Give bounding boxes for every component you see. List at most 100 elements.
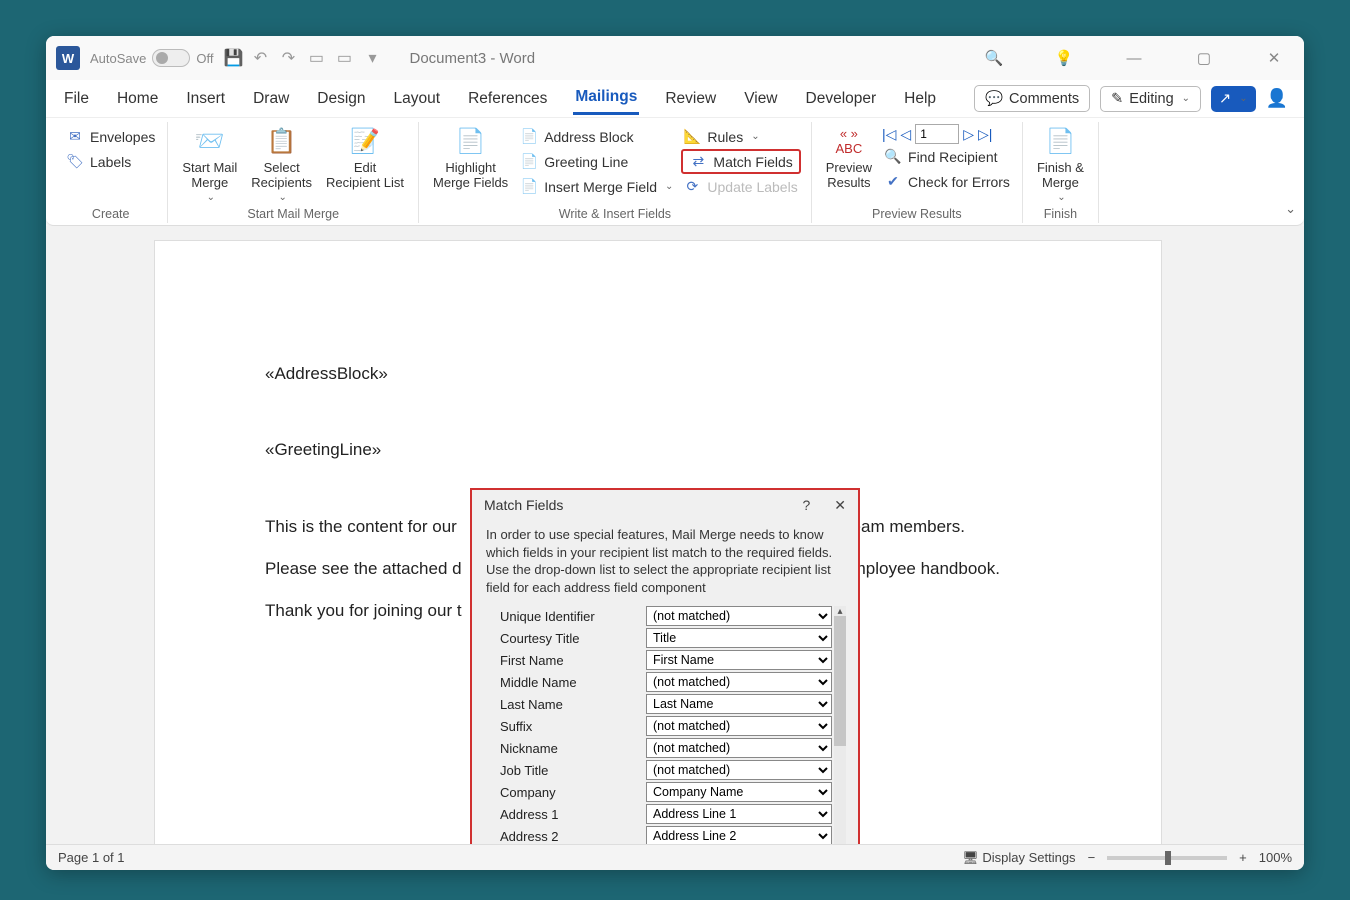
- first-record-button[interactable]: |◁: [882, 126, 896, 143]
- preview-results-button[interactable]: « »ABCPreview Results: [822, 124, 876, 190]
- field-select[interactable]: Company Name: [646, 782, 832, 802]
- close-icon[interactable]: ✕: [834, 497, 846, 514]
- account-icon[interactable]: 👤: [1266, 88, 1288, 109]
- help-button[interactable]: ?: [802, 497, 810, 514]
- field-label: Nickname: [486, 741, 646, 756]
- autosave-state: Off: [196, 51, 213, 66]
- scrollbar[interactable]: ▴ ▾: [834, 606, 846, 844]
- field-row: Suffix(not matched): [486, 716, 832, 736]
- scroll-thumb[interactable]: [834, 616, 846, 746]
- tab-developer[interactable]: Developer: [804, 84, 879, 114]
- envelopes-button[interactable]: ✉Envelopes: [64, 124, 157, 149]
- field-select[interactable]: (not matched): [646, 738, 832, 758]
- comments-button[interactable]: 💬 Comments: [974, 85, 1090, 112]
- collapse-ribbon-button[interactable]: ⌄: [1285, 201, 1296, 217]
- tab-layout[interactable]: Layout: [392, 84, 443, 114]
- zoom-level[interactable]: 100%: [1259, 850, 1292, 865]
- qat-icon[interactable]: ▭: [335, 48, 353, 68]
- start-mail-merge-button[interactable]: 📨Start Mail Merge⌄: [178, 124, 241, 203]
- redo-icon[interactable]: ↷: [279, 48, 297, 68]
- next-record-button[interactable]: ▷: [963, 126, 974, 143]
- maximize-button[interactable]: ▢: [1184, 49, 1224, 67]
- zoom-out-button[interactable]: −: [1088, 850, 1096, 865]
- field-label: Address 1: [486, 807, 646, 822]
- tab-insert[interactable]: Insert: [184, 84, 227, 114]
- field-row: Last NameLast Name: [486, 694, 832, 714]
- minimize-button[interactable]: —: [1114, 50, 1154, 67]
- tab-help[interactable]: Help: [902, 84, 938, 114]
- field-select[interactable]: (not matched): [646, 716, 832, 736]
- ribbon-tabs: File Home Insert Draw Design Layout Refe…: [46, 80, 1304, 118]
- tab-mailings[interactable]: Mailings: [573, 82, 639, 115]
- update-icon: ⟳: [683, 178, 701, 195]
- address-icon: 📄: [520, 128, 538, 145]
- field-row: Job Title(not matched): [486, 760, 832, 780]
- field-select[interactable]: Address Line 2: [646, 826, 832, 844]
- comment-icon: 💬: [985, 90, 1003, 107]
- tab-file[interactable]: File: [62, 84, 91, 114]
- search-icon[interactable]: 🔍: [974, 49, 1014, 67]
- zoom-slider[interactable]: [1107, 856, 1227, 860]
- tab-home[interactable]: Home: [115, 84, 160, 114]
- highlight-merge-fields-button[interactable]: 📄Highlight Merge Fields: [429, 124, 512, 190]
- field-row: Middle Name(not matched): [486, 672, 832, 692]
- tab-design[interactable]: Design: [315, 84, 367, 114]
- labels-button[interactable]: 🏷Labels: [64, 149, 157, 174]
- zoom-in-button[interactable]: +: [1239, 850, 1247, 865]
- check-errors-button[interactable]: ✔Check for Errors: [882, 169, 1012, 194]
- chevron-down-icon: ⌄: [207, 192, 215, 203]
- toggle-icon[interactable]: [152, 49, 190, 67]
- field-select[interactable]: (not matched): [646, 606, 832, 626]
- group-label: Finish: [1033, 203, 1088, 223]
- chevron-down-icon: ⌄: [278, 192, 286, 203]
- lightbulb-icon[interactable]: 💡: [1044, 49, 1084, 67]
- page-indicator[interactable]: Page 1 of 1: [58, 850, 125, 865]
- group-preview-results: « »ABCPreview Results |◁ ◁ ▷ ▷| 🔍Find Re…: [812, 122, 1023, 223]
- greeting-line-button[interactable]: 📄Greeting Line: [518, 149, 675, 174]
- close-button[interactable]: ✕: [1254, 49, 1294, 67]
- autosave-toggle[interactable]: AutoSave Off: [90, 49, 213, 67]
- select-recipients-button[interactable]: 📋Select Recipients⌄: [247, 124, 316, 203]
- save-icon[interactable]: 💾: [223, 48, 241, 68]
- share-icon: ↗: [1219, 91, 1231, 107]
- rules-button[interactable]: 📐Rules⌄: [681, 124, 800, 149]
- tab-draw[interactable]: Draw: [251, 84, 291, 114]
- tab-references[interactable]: References: [466, 84, 549, 114]
- field-row: Nickname(not matched): [486, 738, 832, 758]
- field-select[interactable]: (not matched): [646, 672, 832, 692]
- pencil-icon: ✎: [1111, 91, 1123, 107]
- match-fields-button[interactable]: ⇄Match Fields: [681, 149, 800, 174]
- find-recipient-button[interactable]: 🔍Find Recipient: [882, 144, 1012, 169]
- titlebar: W AutoSave Off 💾 ↶ ↷ ▭ ▭ ▾ Document3 - W…: [46, 36, 1304, 80]
- envelope-icon: 📨: [195, 124, 225, 158]
- prev-record-button[interactable]: ◁: [900, 126, 911, 143]
- editing-button[interactable]: ✎ Editing ⌄: [1100, 86, 1201, 112]
- display-settings-button[interactable]: 🖥 Display Settings: [962, 850, 1075, 866]
- field-select[interactable]: First Name: [646, 650, 832, 670]
- field-label: Address 2: [486, 829, 646, 844]
- insert-merge-field-button[interactable]: 📄Insert Merge Field ⌄: [518, 174, 675, 199]
- edit-recipient-list-button[interactable]: 📝Edit Recipient List: [322, 124, 408, 190]
- field-select[interactable]: (not matched): [646, 760, 832, 780]
- field-select[interactable]: Title: [646, 628, 832, 648]
- group-label: Preview Results: [822, 203, 1012, 223]
- field-label: First Name: [486, 653, 646, 668]
- undo-icon[interactable]: ↶: [251, 48, 269, 68]
- address-block-button[interactable]: 📄Address Block: [518, 124, 675, 149]
- share-button[interactable]: ↗ ⌄: [1211, 86, 1256, 112]
- field-select[interactable]: Address Line 1: [646, 804, 832, 824]
- field-row: CompanyCompany Name: [486, 782, 832, 802]
- abc-icon: « »ABC: [836, 124, 863, 158]
- field-select[interactable]: Last Name: [646, 694, 832, 714]
- quick-access-toolbar: 💾 ↶ ↷ ▭ ▭ ▾: [223, 48, 381, 68]
- chevron-down-icon: ⌄: [1057, 192, 1065, 203]
- record-input[interactable]: [915, 124, 959, 144]
- qat-more-icon[interactable]: ▾: [363, 48, 381, 68]
- tab-review[interactable]: Review: [663, 84, 718, 114]
- qat-icon[interactable]: ▭: [307, 48, 325, 68]
- tab-view[interactable]: View: [742, 84, 779, 114]
- finish-icon: 📄: [1045, 124, 1075, 158]
- last-record-button[interactable]: ▷|: [978, 126, 992, 143]
- greeting-icon: 📄: [520, 153, 538, 170]
- finish-merge-button[interactable]: 📄Finish & Merge⌄: [1033, 124, 1088, 203]
